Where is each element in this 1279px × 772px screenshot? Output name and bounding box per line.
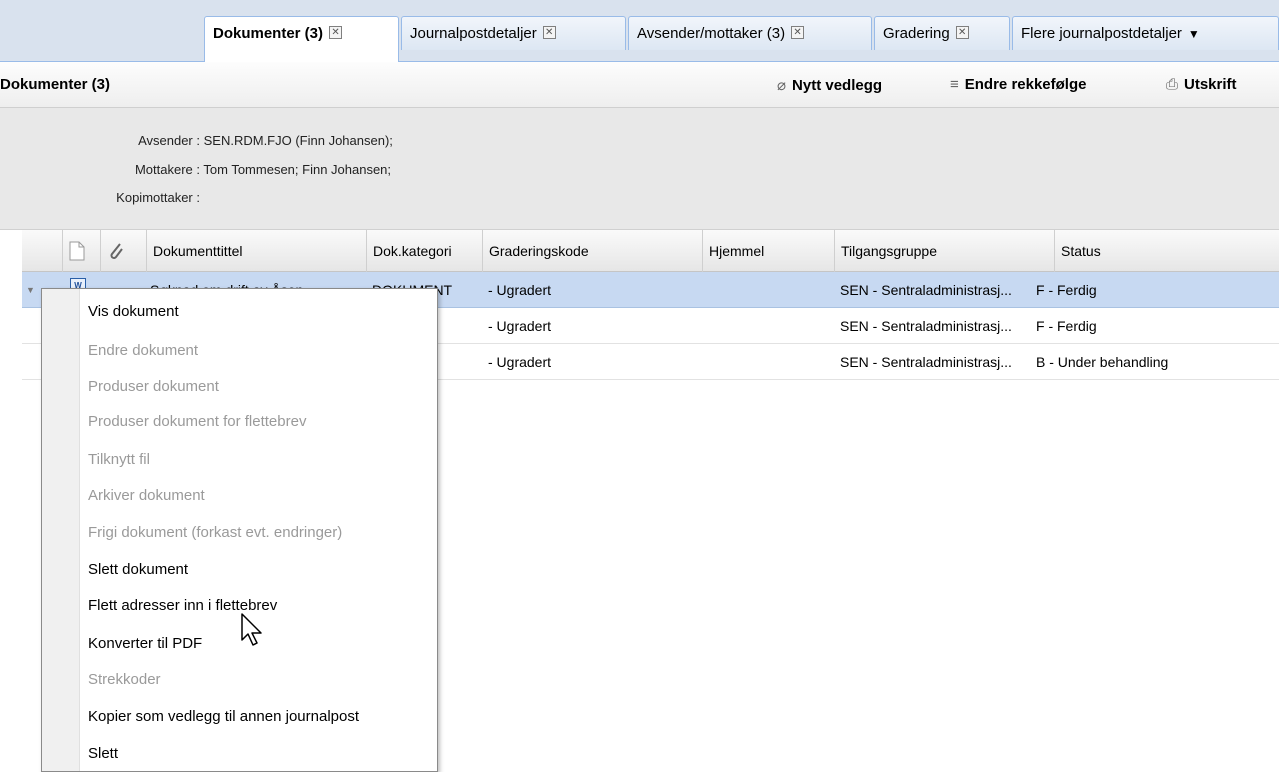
sender-label: Avsender :	[138, 133, 200, 148]
tab-gradering[interactable]: Gradering ✕	[874, 16, 1010, 50]
context-menu: Vis dokument Endre dokument Produser dok…	[41, 288, 438, 772]
menu-item-arkiver-dokument[interactable]: Arkiver dokument	[88, 487, 205, 504]
cell-status: F - Ferdig	[1036, 318, 1097, 334]
column-header-category[interactable]: Dok.kategori	[366, 230, 482, 272]
reorder-button[interactable]: ≡ Endre rekkefølge	[950, 76, 1086, 93]
menu-item-produser-flettebrev[interactable]: Produser dokument for flettebrev	[88, 413, 306, 430]
document-column-icon[interactable]	[62, 230, 100, 272]
tab-label: Journalpostdetaljer	[410, 25, 537, 42]
new-attachment-button[interactable]: ⌀ Nytt vedlegg	[777, 76, 882, 94]
cell-access: SEN - Sentraladministrasj...	[840, 282, 1012, 298]
recipients-label: Mottakere :	[134, 162, 200, 177]
panel-header: Dokumenter (3) ⌀ Nytt vedlegg ≡ Endre rekk…	[0, 62, 1279, 108]
paperclip-icon[interactable]	[100, 230, 146, 272]
tab-label: Avsender/mottaker (3)	[637, 25, 786, 42]
tab-journalpostdetaljer[interactable]: Journalpostdetaljer ✕	[401, 16, 626, 50]
cc-label: Kopimottaker :	[116, 190, 200, 205]
cell-grading: - Ugradert	[488, 318, 552, 334]
menu-item-frigi-dokument[interactable]: Frigi dokument (forkast evt. endringer)	[88, 524, 342, 541]
tab-label: Dokumenter (3)	[213, 25, 324, 42]
reorder-label: Endre rekkefølge	[964, 76, 1087, 93]
cell-access: SEN - Sentraladministrasj...	[840, 318, 1012, 334]
tab-avsender-mottaker[interactable]: Avsender/mottaker (3) ✕	[628, 16, 872, 50]
column-header-grading[interactable]: Graderingskode	[482, 230, 702, 272]
menu-item-tilknytt-fil[interactable]: Tilknytt fil	[88, 451, 150, 468]
panel-title: Dokumenter (3)	[0, 76, 111, 93]
menu-item-produser-dokument[interactable]: Produser dokument	[88, 378, 219, 395]
list-order-icon: ≡	[950, 76, 959, 93]
info-area: Avsender : SEN.RDM.FJO (Finn Johansen); …	[0, 108, 1279, 230]
menu-item-konverter-pdf[interactable]: Konverter til PDF	[88, 635, 202, 652]
close-icon[interactable]: ✕	[542, 25, 556, 39]
sender-value: SEN.RDM.FJO (Finn Johansen);	[203, 133, 393, 148]
recipients-value: Tom Tommesen; Finn Johansen;	[203, 162, 392, 177]
chevron-down-icon[interactable]: ▼	[1188, 27, 1200, 41]
printer-icon: ⎙	[1166, 76, 1179, 93]
column-header-access[interactable]: Tilgangsgruppe	[834, 230, 1054, 272]
expand-icon[interactable]: ▼	[26, 285, 35, 295]
close-icon[interactable]: ✕	[791, 25, 805, 39]
cell-status: F - Ferdig	[1036, 282, 1097, 298]
tab-strip: Dokumenter (3) ✕ Journalpostdetaljer ✕ Avs…	[0, 0, 1279, 63]
menu-item-kopier-vedlegg[interactable]: Kopier som vedlegg til annen journalpost	[88, 708, 359, 725]
column-header-status[interactable]: Status	[1054, 230, 1279, 272]
recipients-row: Mottakere : Tom Tommesen; Finn Johansen;	[0, 162, 391, 177]
tab-label: Gradering	[883, 25, 950, 42]
cell-grading: - Ugradert	[488, 282, 552, 298]
menu-gutter	[42, 289, 80, 771]
column-header-title[interactable]: Dokumenttittel	[146, 230, 366, 272]
print-button[interactable]: ⎙ Utskrift	[1166, 76, 1237, 93]
cell-status: B - Under behandling	[1036, 354, 1169, 370]
column-header-basis[interactable]: Hjemmel	[702, 230, 834, 272]
close-icon[interactable]: ✕	[329, 25, 343, 39]
menu-item-slett-dokument[interactable]: Slett dokument	[88, 561, 188, 578]
sender-row: Avsender : SEN.RDM.FJO (Finn Johansen);	[0, 133, 393, 148]
cell-access: SEN - Sentraladministrasj...	[840, 354, 1012, 370]
print-label: Utskrift	[1184, 76, 1237, 93]
new-attachment-label: Nytt vedlegg	[792, 77, 883, 94]
mouse-cursor-icon	[241, 613, 262, 646]
menu-item-strekkoder[interactable]: Strekkoder	[88, 671, 161, 688]
paperclip-icon: ⌀	[777, 77, 787, 94]
menu-item-endre-dokument[interactable]: Endre dokument	[88, 342, 198, 359]
menu-item-slett[interactable]: Slett	[88, 745, 118, 762]
tab-label: Flere journalpostdetaljer	[1021, 25, 1182, 42]
tab-flere-journalpostdetaljer[interactable]: Flere journalpostdetaljer ▼	[1012, 16, 1279, 50]
grid-header: Dokumenttittel Dok.kategori Graderingsko…	[22, 230, 1279, 272]
tab-dokumenter[interactable]: Dokumenter (3) ✕	[204, 16, 399, 63]
menu-item-vis-dokument[interactable]: Vis dokument	[88, 303, 179, 320]
cell-grading: - Ugradert	[488, 354, 552, 370]
close-icon[interactable]: ✕	[955, 25, 969, 39]
cc-row: Kopimottaker :	[0, 190, 200, 205]
